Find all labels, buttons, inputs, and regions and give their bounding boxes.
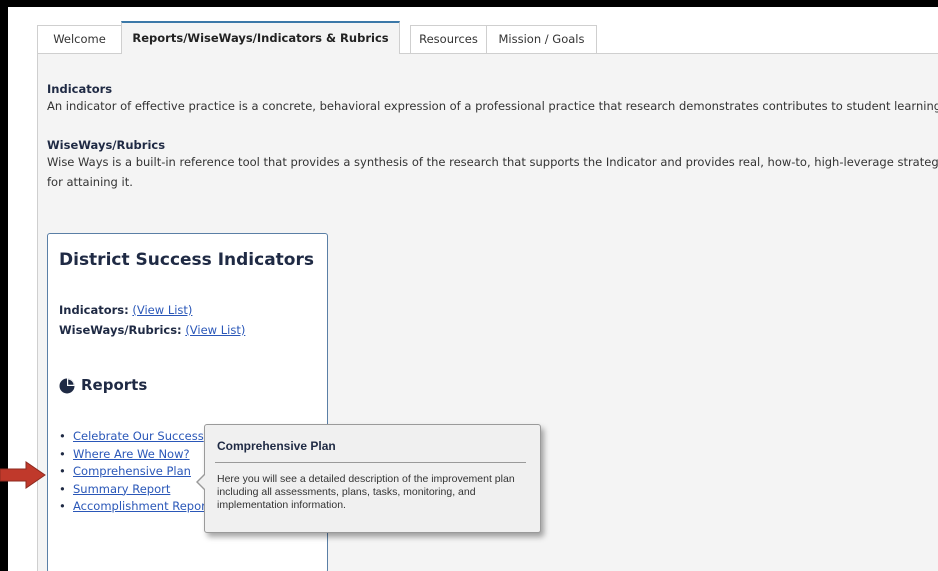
page-frame: Welcome Reports/WiseWays/Indicators & Ru… <box>8 7 938 571</box>
tab-reports[interactable]: Reports/WiseWays/Indicators & Rubrics <box>121 21 400 54</box>
indicators-heading: Indicators <box>47 82 113 96</box>
wiseways-heading: WiseWays/Rubrics <box>47 138 166 152</box>
list-item: • Where Are We Now? <box>59 446 190 461</box>
wiseways-description-line1: Wise Ways is a built-in reference tool t… <box>47 155 938 169</box>
red-arrow-icon <box>0 461 46 489</box>
wiseways-view-list-link[interactable]: (View List) <box>185 323 245 337</box>
tab-welcome[interactable]: Welcome <box>37 25 122 53</box>
report-link-summary[interactable]: Summary Report <box>73 482 170 496</box>
list-item: • Celebrate Our Success <box>59 429 204 443</box>
wiseways-description-line2: for attaining it. <box>47 175 133 189</box>
indicators-row: Indicators: (View List) <box>59 303 192 317</box>
comprehensive-plan-tooltip: Comprehensive Plan Here you will see a d… <box>196 424 541 533</box>
report-link-where-are-we[interactable]: Where Are We Now? <box>73 447 190 461</box>
list-item: • Summary Report <box>59 481 171 496</box>
tooltip-body: Here you will see a detailed description… <box>217 473 515 511</box>
reports-list: • Celebrate Our Success • Where Are We Now… <box>59 429 210 517</box>
wiseways-row: WiseWays/Rubrics: (View List) <box>59 323 245 337</box>
indicators-description: An indicator of effective practice is a … <box>47 99 938 113</box>
indicators-label: Indicators: <box>59 303 129 317</box>
card-title: District Success Indicators <box>59 250 314 270</box>
reports-heading-label: Reports <box>81 376 148 394</box>
report-link-comprehensive-plan[interactable]: Comprehensive Plan <box>73 464 191 478</box>
wiseways-label: WiseWays/Rubrics: <box>59 323 182 337</box>
report-link-celebrate[interactable]: Celebrate Our Success <box>73 429 204 443</box>
report-link-accomplishment[interactable]: Accomplishment Report <box>73 499 210 513</box>
tooltip-title: Comprehensive Plan <box>217 439 336 453</box>
indicators-view-list-link[interactable]: (View List) <box>132 303 192 317</box>
tab-resources[interactable]: Resources <box>410 25 487 53</box>
list-item: • Comprehensive Plan <box>59 464 191 478</box>
tab-mission-goals[interactable]: Mission / Goals <box>486 25 597 53</box>
list-item: • Accomplishment Report <box>59 499 211 513</box>
tooltip-divider <box>215 462 526 463</box>
pie-chart-icon <box>59 378 75 394</box>
